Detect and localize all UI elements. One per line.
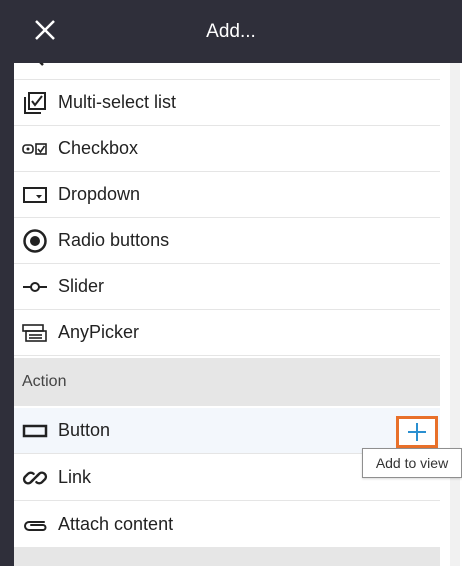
link-icon	[22, 465, 48, 491]
list-item-radio-buttons[interactable]: Radio buttons	[14, 218, 440, 264]
dropdown-icon	[22, 182, 48, 208]
list-item-anypicker[interactable]: AnyPicker	[14, 310, 440, 356]
dialog-title: Add...	[206, 20, 256, 42]
list-item-multi-select[interactable]: Multi-select list	[14, 80, 440, 126]
control-list: Multi-select list Checkbox Dropdown Radi…	[14, 63, 440, 566]
add-to-view-tooltip: Add to view	[362, 448, 462, 478]
list-item-label: Button	[58, 420, 111, 440]
anypicker-icon	[22, 320, 48, 346]
list-item-label: Attach content	[58, 514, 174, 534]
section-label: Action	[22, 373, 67, 390]
list-item-dropdown[interactable]: Dropdown	[14, 172, 440, 218]
search-icon	[22, 63, 48, 70]
list-item-label: Link	[58, 467, 92, 487]
list-item-label: Multi-select list	[58, 92, 177, 112]
scrollbar[interactable]	[450, 63, 460, 566]
button-icon	[22, 418, 48, 444]
list-item-checkbox[interactable]: Checkbox	[14, 126, 440, 172]
list-item-label: Slider	[58, 276, 105, 296]
list-item-label: Dropdown	[58, 184, 141, 204]
checkbox-icon	[22, 136, 48, 162]
close-button[interactable]	[24, 9, 66, 51]
left-edge	[0, 63, 14, 566]
list-item-slider[interactable]: Slider	[14, 264, 440, 310]
radio-icon	[22, 228, 48, 254]
list-item-attach-content[interactable]: Attach content	[14, 502, 440, 548]
list-item-partial[interactable]	[14, 63, 440, 80]
list-item-label: Radio buttons	[58, 230, 170, 250]
list-item-label: Checkbox	[58, 138, 139, 158]
add-to-view-button[interactable]	[396, 416, 438, 448]
section-header-next	[14, 547, 440, 566]
multi-select-icon	[22, 90, 48, 116]
dialog-header: Add...	[0, 0, 462, 63]
slider-icon	[22, 274, 48, 300]
list-item-label: AnyPicker	[58, 322, 140, 342]
paperclip-icon	[22, 512, 48, 538]
plus-icon	[408, 423, 426, 441]
close-icon	[35, 20, 55, 40]
section-header-action: Action	[14, 358, 440, 406]
